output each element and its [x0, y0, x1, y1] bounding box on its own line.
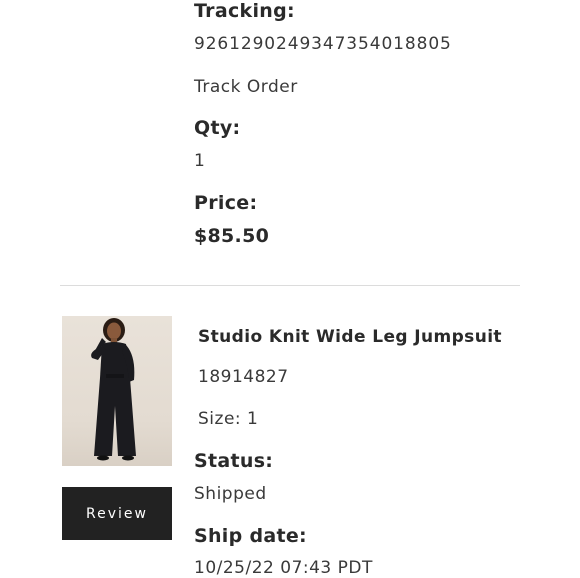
product-size: Size: 1	[198, 409, 259, 429]
track-order-link[interactable]: Track Order	[194, 77, 298, 97]
product-name[interactable]: Studio Knit Wide Leg Jumpsuit	[198, 327, 502, 347]
qty-label: Qty:	[194, 117, 241, 139]
product-sku: 18914827	[198, 367, 289, 387]
tracking-label: Tracking:	[194, 0, 295, 22]
section-divider	[60, 285, 520, 286]
status-label: Status:	[194, 450, 274, 472]
price-label: Price:	[194, 192, 258, 214]
product-image[interactable]	[62, 316, 172, 466]
tracking-number: 9261290249347354018805	[194, 34, 452, 54]
status-value: Shipped	[194, 484, 267, 504]
qty-value: 1	[194, 151, 206, 171]
ship-date-label: Ship date:	[194, 525, 307, 547]
ship-date-value: 10/25/22 07:43 PDT	[194, 558, 373, 578]
price-value: $85.50	[194, 225, 270, 247]
jumpsuit-model-icon	[91, 318, 136, 461]
review-button[interactable]: Review	[62, 487, 172, 540]
